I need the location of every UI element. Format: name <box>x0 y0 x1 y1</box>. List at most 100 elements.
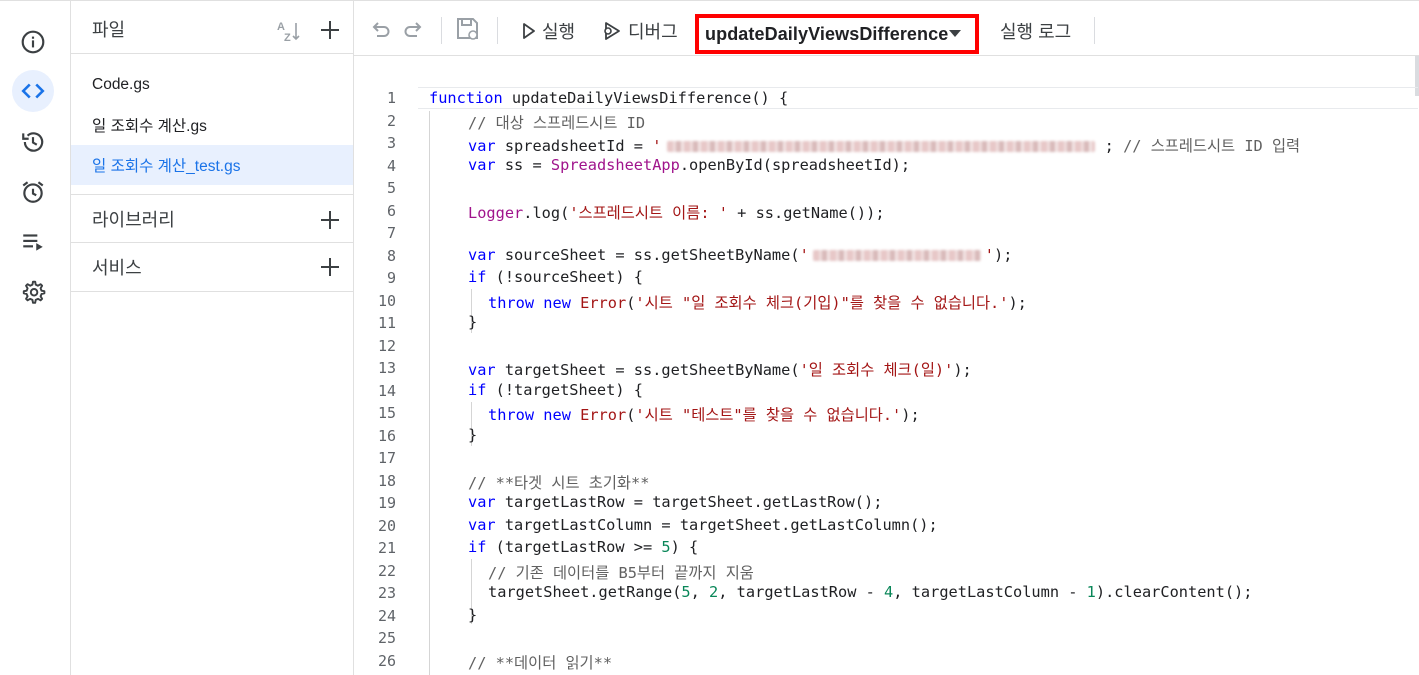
code-line-23: targetSheet.getRange(5, 2, targetLastRow… <box>488 583 1252 601</box>
keyword: new <box>543 294 571 312</box>
function-selector[interactable]: updateDailyViewsDifference <box>695 14 979 54</box>
file-label: Code.gs <box>92 76 150 93</box>
add-file-icon[interactable] <box>319 19 341 41</box>
code-icon <box>21 83 45 99</box>
add-library-icon[interactable] <box>319 209 341 231</box>
code-text: (targetLastRow >= <box>486 538 662 556</box>
toolbar-divider <box>1094 17 1095 44</box>
code-text: , <box>690 583 710 601</box>
code-line-14: if (!targetSheet) { <box>468 381 643 399</box>
code-text: } <box>468 426 478 444</box>
code-text: (!targetSheet) { <box>486 381 643 399</box>
code-line-18: // **타겟 시트 초기화** <box>468 471 649 493</box>
file-item-code[interactable]: Code.gs <box>71 65 353 105</box>
redacted-value <box>812 250 981 261</box>
line-number: 3 <box>386 134 396 152</box>
line-number: 23 <box>377 584 396 602</box>
add-service-icon[interactable] <box>319 256 341 278</box>
code-text: targetSheet.getRange( <box>488 583 682 601</box>
chevron-down-icon <box>949 30 961 37</box>
project-history-button[interactable] <box>12 121 54 163</box>
play-icon <box>523 23 535 39</box>
undo-icon[interactable] <box>369 18 391 40</box>
line-number: 2 <box>386 111 396 130</box>
redo-icon[interactable] <box>403 18 425 40</box>
services-header[interactable]: 서비스 <box>71 243 353 292</box>
code-line-19: var targetLastRow = targetSheet.getLastR… <box>468 493 882 511</box>
code-line-15: throw new Error('시트 "테스트"를 찾을 수 없습니다.'); <box>488 403 920 425</box>
keyword: var <box>468 156 496 174</box>
libraries-header[interactable]: 라이브러리 <box>71 194 353 243</box>
code-text: , targetLastColumn - <box>893 583 1087 601</box>
code-text: , targetLastRow - <box>718 583 885 601</box>
debug-icon <box>604 22 620 40</box>
line-number: 8 <box>386 246 396 265</box>
file-item-daily-views-test[interactable]: 일 조회수 계산_test.gs <box>71 145 353 185</box>
string: '시트 "일 조회수 체크(기입)"를 찾을 수 없습니다.' <box>635 294 1009 312</box>
keyword: var <box>468 137 496 155</box>
triggers-button[interactable] <box>12 171 54 213</box>
editor-button[interactable] <box>12 70 54 112</box>
line-number: 11 <box>377 314 396 332</box>
code-text: ); <box>994 246 1013 264</box>
debug-label: 디버그 <box>628 22 678 42</box>
keyword: throw <box>488 406 535 424</box>
line-number: 14 <box>377 381 396 400</box>
number: 2 <box>709 583 719 601</box>
code-line-22: // 기존 데이터를 B5부터 끝까지 지움 <box>488 561 754 583</box>
code-line-10: throw new Error('시트 "일 조회수 체크(기입)"를 찾을 수… <box>488 291 1027 313</box>
code-text: .log( <box>523 204 570 222</box>
files-header: 파일 AZ <box>71 5 353 54</box>
info-icon <box>21 30 45 54</box>
code-text: targetSheet = ss.getSheetByName( <box>495 361 800 379</box>
debug-button[interactable]: 디버그 <box>602 18 678 44</box>
files-title: 파일 <box>92 20 126 40</box>
code-text: ss = <box>495 156 551 174</box>
keyword: if <box>468 381 487 399</box>
execution-log-button[interactable]: 실행 로그 <box>1000 18 1071 44</box>
object-name: Logger <box>468 204 524 222</box>
line-number: 24 <box>377 606 396 625</box>
line-number: 4 <box>386 156 396 175</box>
toolbar: 실행 디버그 updateDailyViewsDifference 실행 로그 <box>354 1 1419 56</box>
code-text: updateDailyViewsDifference() { <box>502 89 789 107</box>
settings-icon <box>22 280 46 304</box>
line-number: 12 <box>377 336 396 355</box>
services-title: 서비스 <box>92 258 142 278</box>
keyword: var <box>468 361 496 379</box>
executions-button[interactable] <box>12 221 54 263</box>
function-name: updateDailyViewsDifference <box>705 23 949 44</box>
number: 1 <box>1086 583 1096 601</box>
line-number: 9 <box>386 269 396 287</box>
overview-button[interactable] <box>12 21 54 63</box>
line-number: 15 <box>377 404 396 422</box>
code-text: } <box>468 313 478 331</box>
project-settings-button[interactable] <box>12 271 54 313</box>
save-icon[interactable] <box>455 16 481 42</box>
code-line-2: // 대상 스프레드시트 ID <box>468 111 645 133</box>
string: ' <box>984 246 994 264</box>
svg-text:Z: Z <box>284 32 291 43</box>
comment: // **데이터 읽기** <box>468 654 613 672</box>
code-editor[interactable]: 1 2 3 4 5 6 7 8 9 10 11 12 13 14 15 16 17 18 19 20 21 22 23 24 2… <box>354 56 1419 675</box>
sort-az-icon[interactable]: AZ <box>275 19 301 43</box>
comment: // 대상 스프레드시트 ID <box>468 114 646 132</box>
keyword: var <box>468 246 496 264</box>
keyword: var <box>468 493 496 511</box>
libraries-title: 라이브러리 <box>92 209 175 230</box>
string: '스프레드시트 이름: ' <box>569 204 728 222</box>
code-line-4: var ss = SpreadsheetApp.openById(spreads… <box>468 156 910 174</box>
code-text: ); <box>1008 294 1027 312</box>
left-rail <box>0 1 71 675</box>
file-item-daily-views[interactable]: 일 조회수 계산.gs <box>71 105 353 145</box>
code-line-13: var targetSheet = ss.getSheetByName('일 조… <box>468 358 972 380</box>
history-icon <box>22 132 44 152</box>
code-text: targetLastColumn = targetSheet.getLastCo… <box>495 516 938 534</box>
line-number: 19 <box>377 494 396 512</box>
redacted-value <box>667 141 1096 152</box>
code-line-3: var spreadsheetId = ' ; // 스프레드시트 ID 입력 <box>468 134 1300 156</box>
line-number: 1 <box>386 89 396 107</box>
run-button[interactable]: 실행 <box>522 18 575 44</box>
number: 5 <box>661 538 671 556</box>
line-number: 7 <box>386 224 396 242</box>
